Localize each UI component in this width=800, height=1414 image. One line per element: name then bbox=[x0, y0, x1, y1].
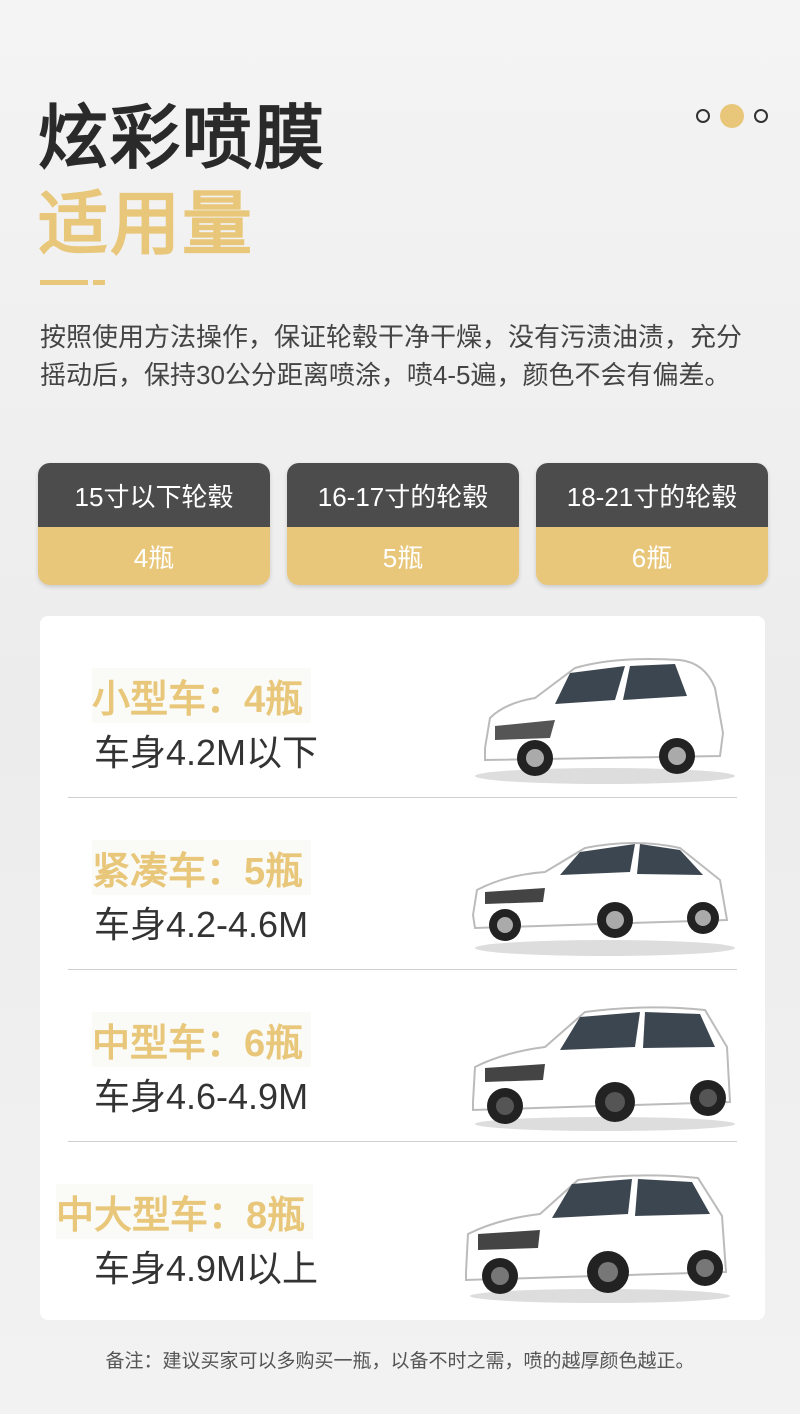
car-body-length: 车身4.9M以上 bbox=[94, 1248, 319, 1289]
sedan-car-image bbox=[471, 842, 735, 956]
car-body-length: 车身4.2M以下 bbox=[94, 732, 319, 773]
title-underline bbox=[40, 280, 88, 285]
car-type-row: 小型车：4瓶 车身4.2M以下 bbox=[40, 628, 765, 798]
row-divider bbox=[68, 797, 737, 798]
car-type-label: 中大型车：8瓶 bbox=[56, 1184, 314, 1239]
wheel-size-cards: 15寸以下轮毂 4瓶 16-17寸的轮毂 5瓶 18-21寸的轮毂 6瓶 bbox=[38, 463, 768, 585]
car-type-row: 中大型车：8瓶 车身4.9M以上 bbox=[40, 1144, 765, 1314]
car-body-length: 车身4.2-4.6M bbox=[94, 904, 309, 945]
title-underline-short bbox=[93, 280, 105, 285]
hatchback-car-image bbox=[475, 658, 735, 784]
car-body-length: 车身4.6-4.9M bbox=[94, 1076, 309, 1117]
suv-car-image bbox=[472, 1006, 735, 1131]
wheel-card-size: 18-21寸的轮毂 bbox=[536, 463, 768, 527]
car-type-row: 紧凑车：5瓶 车身4.2-4.6M bbox=[40, 800, 765, 970]
page-title: 炫彩喷膜 bbox=[38, 99, 326, 177]
wheel-card-amount: 4瓶 bbox=[38, 527, 270, 585]
dot-3 bbox=[754, 109, 768, 123]
usage-description: 按照使用方法操作，保证轮毂干净干燥，没有污渍油渍，充分摇动后，保持30公分距离喷… bbox=[40, 322, 743, 390]
car-type-label: 小型车：4瓶 bbox=[92, 668, 312, 723]
wheel-card-amount: 5瓶 bbox=[287, 527, 519, 585]
large-suv-car-image bbox=[465, 1174, 730, 1303]
car-type-panel: 小型车：4瓶 车身4.2M以下 紧凑车：5瓶 车身4.2-4.6M 中型车：6瓶… bbox=[40, 616, 765, 1320]
row-divider bbox=[68, 1141, 737, 1142]
carousel-dots bbox=[696, 104, 768, 128]
wheel-card-size: 15寸以下轮毂 bbox=[38, 463, 270, 527]
wheel-card: 18-21寸的轮毂 6瓶 bbox=[536, 463, 768, 585]
car-type-label: 紧凑车：5瓶 bbox=[92, 840, 312, 895]
footnote: 备注：建议买家可以多购买一瓶，以备不时之需，喷的越厚颜色越正。 bbox=[105, 1351, 695, 1372]
row-divider bbox=[68, 969, 737, 970]
wheel-card: 15寸以下轮毂 4瓶 bbox=[38, 463, 270, 585]
dot-2-active bbox=[720, 104, 744, 128]
wheel-card-amount: 6瓶 bbox=[536, 527, 768, 585]
car-type-label: 中型车：6瓶 bbox=[92, 1012, 312, 1067]
page-subtitle: 适用量 bbox=[38, 185, 254, 263]
wheel-card-size: 16-17寸的轮毂 bbox=[287, 463, 519, 527]
car-type-row: 中型车：6瓶 车身4.6-4.9M bbox=[40, 972, 765, 1142]
dot-1 bbox=[696, 109, 710, 123]
wheel-card: 16-17寸的轮毂 5瓶 bbox=[287, 463, 519, 585]
